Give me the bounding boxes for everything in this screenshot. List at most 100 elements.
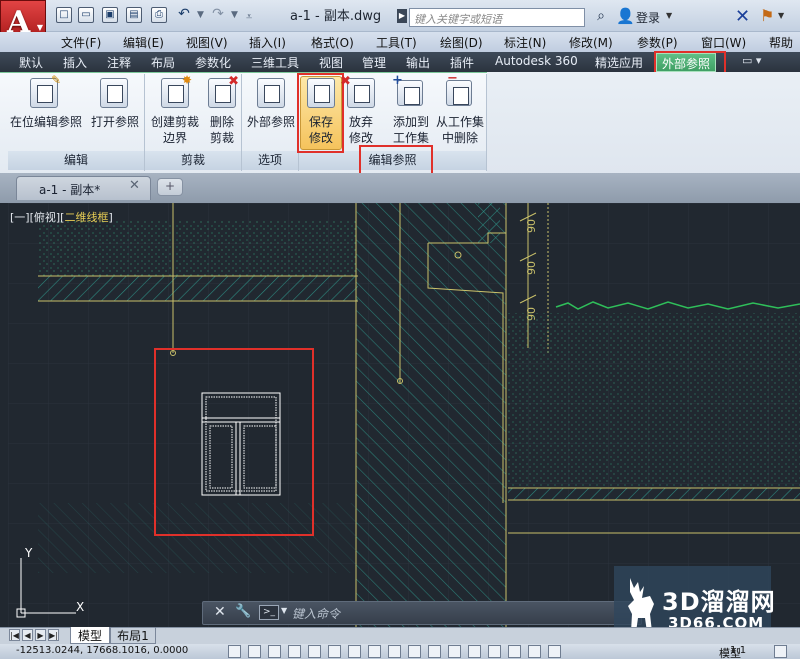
save-icon[interactable]: ▣ [102, 7, 118, 23]
tab-view[interactable]: 视图 [319, 54, 343, 71]
menu-format[interactable]: 格式(O) [311, 34, 354, 51]
transparency-icon[interactable] [428, 645, 441, 658]
tab-featured-apps[interactable]: 精选应用 [595, 54, 643, 71]
view-direction-label[interactable]: [一][俯视][ [10, 211, 64, 224]
tab-layout1[interactable]: 布局1 [110, 627, 156, 644]
ribbon-empty-area [487, 72, 800, 173]
quick-access-more-icon[interactable]: ⩡ [246, 10, 252, 24]
viewport-label[interactable]: [一][俯视][二维线框] [10, 209, 113, 225]
login-caret-icon[interactable]: ▼ [666, 11, 672, 20]
menu-parametric[interactable]: 参数(P) [637, 34, 678, 51]
tab-manage[interactable]: 管理 [362, 54, 386, 71]
command-input[interactable]: 键入命令 [292, 605, 622, 621]
menu-insert[interactable]: 插入(I) [249, 34, 286, 51]
quick-properties-icon[interactable] [448, 645, 461, 658]
undo-caret-icon[interactable]: ▼ [197, 10, 204, 20]
menu-modify[interactable]: 修改(M) [569, 34, 613, 51]
search-expand-icon[interactable]: ▶ [397, 9, 407, 23]
open-reference-button[interactable]: 打开参照 [88, 76, 142, 148]
command-prompt-icon[interactable]: >_ [259, 605, 279, 620]
add-to-working-set-button[interactable]: + 添加到 工作集 [388, 73, 434, 148]
command-history-caret-icon[interactable]: ▼ [281, 606, 287, 615]
tab-annotate[interactable]: 注释 [107, 54, 131, 71]
visual-style-label[interactable]: 二维线框 [64, 211, 108, 224]
prev-layout-icon[interactable]: ◀ [22, 629, 33, 641]
highlight-box-window [154, 348, 314, 536]
first-layout-icon[interactable]: |◀ [9, 629, 20, 641]
discard-changes-icon: ✖ [340, 74, 375, 108]
remove-from-working-set-button[interactable]: − 从工作集 中删除 [434, 71, 486, 148]
wrench-icon[interactable]: 🔧 [235, 604, 251, 619]
dynamic-input-icon[interactable] [388, 645, 401, 658]
3d-object-snap-icon[interactable] [328, 645, 341, 658]
external-reference-button[interactable]: 外部参照 [244, 76, 298, 148]
tab-plugins[interactable]: 插件 [450, 54, 474, 71]
panel-divider [241, 74, 242, 171]
redo-icon[interactable]: ↷ [210, 7, 226, 23]
tab-insert[interactable]: 插入 [63, 54, 87, 71]
redo-caret-icon[interactable]: ▼ [231, 10, 238, 20]
menu-file[interactable]: 文件(F) [61, 34, 101, 51]
help-icon[interactable]: ⚑ [760, 6, 774, 25]
menu-view[interactable]: 视图(V) [186, 34, 228, 51]
x-axis-label: X [76, 600, 84, 614]
window-title: a-1 - 副本.dwg [290, 9, 382, 24]
tab-default[interactable]: 默认 [19, 54, 43, 71]
menu-draw[interactable]: 绘图(D) [440, 34, 483, 51]
new-tab-button[interactable]: + [157, 178, 183, 196]
close-icon[interactable]: ✕ [214, 604, 226, 620]
open-file-icon[interactable]: ▭ [78, 7, 94, 23]
undo-icon[interactable]: ↶ [176, 7, 192, 23]
print-icon[interactable]: ⎙ [151, 7, 167, 23]
exchange-x-icon[interactable]: ✕ [735, 6, 750, 27]
close-tab-icon[interactable]: ✕ [129, 178, 140, 193]
open-reference-icon [100, 78, 128, 108]
tab-model[interactable]: 模型 [70, 627, 110, 644]
last-layout-icon[interactable]: ▶| [48, 629, 59, 641]
panel-options-title: 选项 [242, 151, 298, 170]
ribbon-minimize-toggle-icon[interactable]: ▭ ▾ [742, 54, 768, 69]
edit-reference-in-place-button[interactable]: ✎ 在位编辑参照 [10, 73, 82, 148]
quick-view-drawings-icon[interactable] [528, 645, 541, 658]
polar-tracking-icon[interactable] [288, 645, 301, 658]
edit-in-place-icon: ✎ [30, 73, 61, 108]
save-as-icon[interactable]: ▤ [126, 7, 142, 23]
binoculars-search-icon[interactable]: ⌕ [592, 8, 610, 26]
user-icon[interactable]: 👤 [616, 7, 635, 25]
tab-3d-tools[interactable]: 三维工具 [251, 54, 299, 71]
tab-autodesk-360[interactable]: Autodesk 360 [495, 54, 578, 71]
create-clip-boundary-button[interactable]: ✸ 创建剪裁 边界 [148, 73, 202, 148]
grid-display-icon[interactable] [248, 645, 261, 658]
new-file-icon[interactable]: □ [56, 7, 72, 23]
remove-from-working-set-icon: − [446, 71, 472, 106]
discard-changes-button[interactable]: ✖ 放弃 修改 [340, 74, 379, 148]
menu-edit[interactable]: 编辑(E) [123, 34, 164, 51]
object-snap-icon[interactable] [308, 645, 321, 658]
menu-tools[interactable]: 工具(T) [376, 34, 417, 51]
help-caret-icon[interactable]: ▼ [778, 11, 784, 20]
menu-window[interactable]: 窗口(W) [701, 34, 746, 51]
create-clip-icon: ✸ [161, 73, 192, 108]
lineweight-icon[interactable] [408, 645, 421, 658]
tab-output[interactable]: 输出 [406, 54, 430, 71]
ortho-mode-icon[interactable] [268, 645, 281, 658]
coordinates-readout[interactable]: -12513.0244, 17668.1016, 0.0000 [16, 645, 188, 656]
y-axis-label: Y [24, 546, 33, 560]
panel-divider [144, 74, 145, 171]
login-link[interactable]: 登录 [636, 9, 660, 26]
annotation-scale[interactable]: 1:1 [730, 645, 746, 656]
annotation-monitor-icon[interactable] [488, 645, 501, 658]
search-input[interactable]: 键入关键字或短语 [409, 8, 585, 27]
workspace-gear-icon[interactable] [774, 645, 787, 658]
delete-clip-button[interactable]: ✖ 删除 剪裁 [204, 74, 240, 148]
snap-mode-icon[interactable] [228, 645, 241, 658]
next-layout-icon[interactable]: ▶ [35, 629, 46, 641]
pan-icon[interactable] [548, 645, 561, 658]
menu-dimension[interactable]: 标注(N) [504, 34, 546, 51]
object-snap-tracking-icon[interactable] [348, 645, 361, 658]
quick-view-layouts-icon[interactable] [508, 645, 521, 658]
selection-cycling-icon[interactable] [468, 645, 481, 658]
tab-parametric[interactable]: 参数化 [195, 54, 231, 71]
tab-layout[interactable]: 布局 [151, 54, 175, 71]
dynamic-ucs-icon[interactable] [368, 645, 381, 658]
